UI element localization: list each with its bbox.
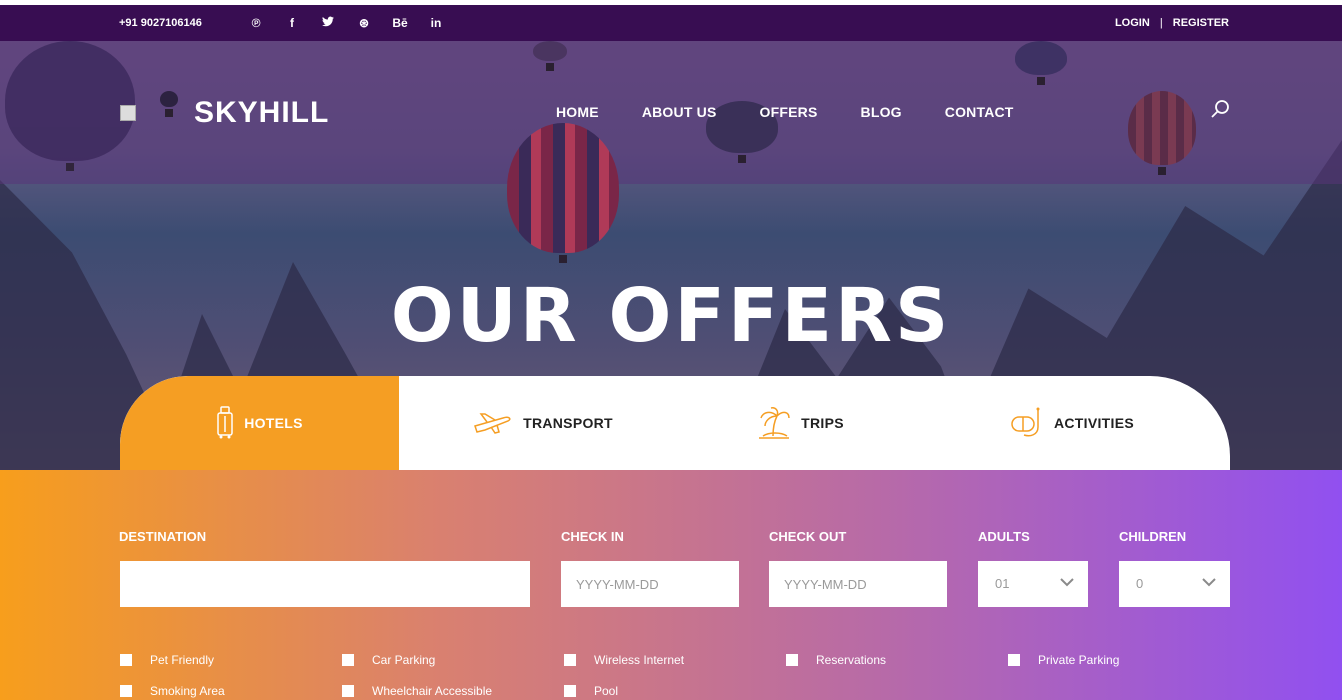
- check-out-label: CHECK OUT: [769, 529, 847, 544]
- pinterest-icon[interactable]: ℗: [238, 15, 274, 31]
- amenity-label: Wheelchair Accessible: [372, 684, 493, 698]
- amenity-wheelchair-accessible[interactable]: Wheelchair Accessible: [342, 684, 492, 698]
- register-link[interactable]: REGISTER: [1173, 17, 1229, 29]
- main-nav: HOME ABOUT US OFFERS BLOG CONTACT: [556, 104, 1057, 120]
- amenity-reservations[interactable]: Reservations: [786, 653, 886, 667]
- tab-transport[interactable]: TRANSPORT: [399, 376, 687, 470]
- adults-select[interactable]: 01: [978, 561, 1088, 607]
- check-in-input[interactable]: [561, 561, 739, 607]
- tab-activities[interactable]: ACTIVITIES: [914, 376, 1230, 470]
- nav-offers[interactable]: OFFERS: [760, 104, 818, 120]
- behance-icon[interactable]: Bē: [382, 15, 418, 31]
- auth-separator: |: [1159, 17, 1163, 29]
- children-select[interactable]: 0: [1119, 561, 1230, 607]
- nav-home[interactable]: HOME: [556, 104, 599, 120]
- hot-air-balloon: [1015, 41, 1067, 85]
- children-label: CHILDREN: [1119, 529, 1187, 544]
- hot-air-balloon: [507, 123, 619, 263]
- page-title: OUR OFFERS: [390, 273, 952, 359]
- amenity-label: Reservations: [816, 653, 887, 667]
- checkbox[interactable]: [786, 654, 798, 666]
- twitter-icon[interactable]: [310, 15, 346, 31]
- linkedin-icon[interactable]: in: [418, 15, 454, 31]
- checkbox[interactable]: [342, 654, 354, 666]
- amenity-label: Car Parking: [372, 653, 436, 667]
- login-link[interactable]: LOGIN: [1115, 17, 1150, 29]
- offer-tabs: HOTELS TRANSPORT TRIPS ACTIVITIES: [120, 376, 1230, 470]
- checkbox[interactable]: [564, 654, 576, 666]
- amenity-private-parking[interactable]: Private Parking: [1008, 653, 1119, 667]
- nav-about-us[interactable]: ABOUT US: [642, 104, 717, 120]
- tab-trips[interactable]: TRIPS: [687, 376, 914, 470]
- amenity-wireless-internet[interactable]: Wireless Internet: [564, 653, 684, 667]
- amenity-label: Pool: [594, 684, 619, 698]
- hotel-search-form: DESTINATION CHECK IN CHECK OUT ADULTS CH…: [0, 470, 1342, 700]
- amenity-label: Wireless Internet: [594, 653, 685, 667]
- adults-value: 01: [995, 576, 1010, 591]
- chevron-down-icon: [1060, 578, 1074, 587]
- checkbox[interactable]: [120, 654, 132, 666]
- tab-label: HOTELS: [244, 415, 303, 431]
- checkbox[interactable]: [1008, 654, 1020, 666]
- top-bar: +91 9027106146 ℗ f ⊛ Bē in LOGIN | REGIS…: [0, 5, 1342, 41]
- hot-air-balloon: [533, 41, 567, 71]
- amenity-pool[interactable]: Pool: [564, 684, 618, 698]
- logo-text: SKYHILL: [194, 96, 330, 129]
- facebook-icon[interactable]: f: [274, 15, 310, 31]
- airplane-icon: [474, 413, 511, 434]
- palm-island-icon: [759, 407, 790, 439]
- amenity-smoking-area[interactable]: Smoking Area: [120, 684, 225, 698]
- amenity-label: Private Parking: [1038, 653, 1120, 667]
- check-out-input[interactable]: [769, 561, 947, 607]
- check-in-label: CHECK IN: [561, 529, 624, 544]
- snorkel-mask-icon: [1011, 407, 1040, 437]
- checkbox[interactable]: [342, 685, 354, 697]
- luggage-icon: [217, 406, 233, 439]
- destination-input[interactable]: [120, 561, 530, 607]
- adults-label: ADULTS: [978, 529, 1030, 544]
- dribbble-icon[interactable]: ⊛: [346, 15, 382, 31]
- tab-hotels[interactable]: HOTELS: [120, 376, 399, 470]
- chevron-down-icon: [1202, 578, 1216, 587]
- hot-air-balloon: [1128, 91, 1196, 175]
- hot-air-balloon: [5, 41, 135, 171]
- checkbox[interactable]: [120, 685, 132, 697]
- site-logo[interactable]: SKYHILL: [120, 96, 329, 130]
- amenity-label: Smoking Area: [150, 684, 225, 698]
- search-button[interactable]: [1210, 99, 1232, 121]
- children-value: 0: [1136, 576, 1144, 591]
- tab-label: TRANSPORT: [523, 415, 613, 431]
- amenity-pet-friendly[interactable]: Pet Friendly: [120, 653, 214, 667]
- logo-image: [120, 105, 136, 121]
- destination-label: DESTINATION: [119, 529, 207, 544]
- tab-label: TRIPS: [801, 415, 844, 431]
- nav-contact[interactable]: CONTACT: [945, 104, 1014, 120]
- checkbox[interactable]: [564, 685, 576, 697]
- social-links: ℗ f ⊛ Bē in: [238, 15, 454, 31]
- amenity-car-parking[interactable]: Car Parking: [342, 653, 435, 667]
- amenity-label: Pet Friendly: [150, 653, 215, 667]
- auth-links: LOGIN | REGISTER: [1115, 17, 1229, 29]
- nav-blog[interactable]: BLOG: [861, 104, 902, 120]
- tab-label: ACTIVITIES: [1053, 415, 1134, 431]
- phone-number: +91 9027106146: [119, 17, 202, 29]
- search-icon: [1211, 100, 1229, 118]
